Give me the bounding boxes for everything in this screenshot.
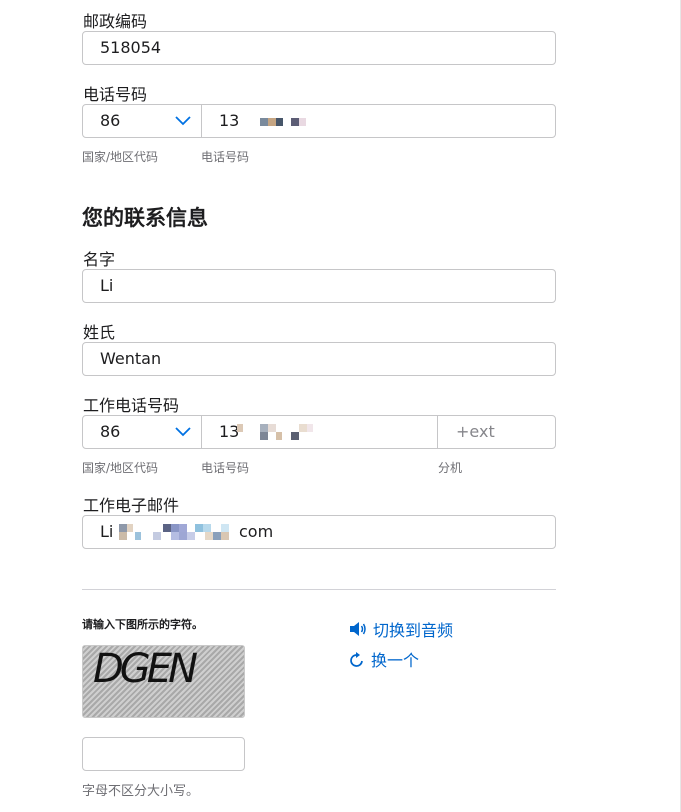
phone-country-select[interactable]: 86	[83, 105, 201, 137]
work-phone-ext-caption: 分机	[438, 461, 463, 475]
section-divider	[82, 589, 556, 590]
phone-country-caption: 国家/地区代码	[82, 150, 159, 164]
phone-label: 电话号码	[83, 85, 148, 104]
work-phone-country-value: 86	[100, 422, 121, 441]
work-phone-country-select[interactable]: 86	[83, 416, 201, 448]
work-phone-country-caption: 国家/地区代码	[82, 461, 159, 475]
postal-code-value: 518054	[100, 38, 162, 57]
last-name-input[interactable]: Wentan	[82, 342, 556, 376]
phone-number-input[interactable]: 13	[202, 105, 555, 137]
captcha-refresh-label: 换一个	[371, 651, 420, 670]
work-phone-number-caption: 电话号码	[201, 461, 250, 475]
work-phone-ext-placeholder: +ext	[456, 422, 495, 441]
postal-code-label: 邮政编码	[83, 12, 148, 31]
work-phone-field-group: 86 13 +ext	[82, 415, 556, 449]
captcha-audio-link[interactable]: 切换到音频	[349, 617, 453, 641]
first-name-label: 名字	[83, 250, 116, 269]
captcha-image: DGEN	[82, 645, 245, 718]
last-name-value: Wentan	[100, 349, 162, 368]
work-phone-label: 工作电话号码	[83, 396, 180, 415]
work-email-value-suffix: com	[239, 522, 274, 541]
work-email-input[interactable]: Li com	[82, 515, 556, 549]
captcha-case-note: 字母不区分大小写。	[82, 784, 200, 799]
last-name-label: 姓氏	[83, 323, 116, 342]
first-name-input[interactable]: Li	[82, 269, 556, 303]
phone-number-caption: 电话号码	[201, 150, 250, 164]
phone-field-group: 86 13	[82, 104, 556, 138]
work-email-value-prefix: Li	[100, 522, 114, 541]
chevron-down-icon	[175, 116, 191, 126]
work-phone-number-input[interactable]: 13	[202, 416, 437, 448]
chevron-down-icon	[175, 427, 191, 437]
captcha-input[interactable]	[82, 737, 245, 771]
contact-info-heading: 您的联系信息	[82, 206, 208, 230]
refresh-icon	[350, 651, 363, 667]
captcha-audio-label: 切换到音频	[373, 621, 454, 640]
speaker-icon	[350, 622, 366, 636]
work-phone-ext-input[interactable]: +ext	[438, 416, 555, 448]
phone-number-value: 13	[219, 111, 240, 130]
phone-country-value: 86	[100, 111, 121, 130]
postal-code-input[interactable]: 518054	[82, 31, 556, 65]
captcha-refresh-link[interactable]: 换一个	[349, 647, 419, 671]
work-email-label: 工作电子邮件	[83, 496, 180, 515]
captcha-instruction: 请输入下图所示的字符。	[82, 618, 203, 631]
captcha-image-text: DGEN	[93, 646, 198, 692]
first-name-value: Li	[100, 276, 114, 295]
